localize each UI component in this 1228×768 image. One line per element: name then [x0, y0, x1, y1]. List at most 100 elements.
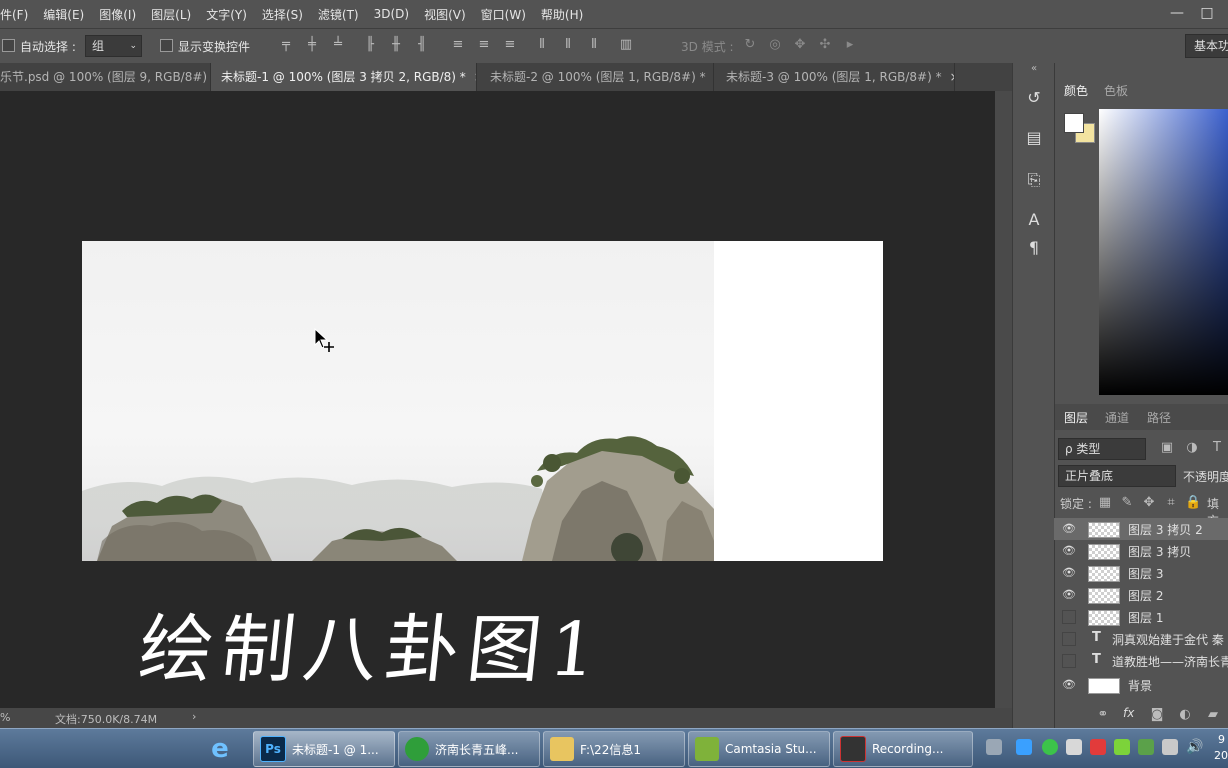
layer-name[interactable]: 图层 3 拷贝 2 [1128, 521, 1203, 538]
layer-row[interactable]: T 洞真观始建于金代 秦 [1054, 628, 1228, 650]
zoom-level[interactable]: % [0, 711, 10, 724]
color-picker-field[interactable] [1099, 109, 1228, 395]
layer-row[interactable]: 👁 图层 3 [1054, 562, 1228, 584]
paragraph-icon[interactable]: ¶ [1023, 237, 1045, 259]
taskbar-item-camtasia[interactable]: Camtasia Stu... [688, 731, 830, 767]
status-menu-arrow[interactable]: › [192, 710, 196, 723]
menu-image[interactable]: 图像(I) [92, 6, 144, 23]
distribute-left-icon[interactable]: ⦀ [534, 37, 550, 53]
taskbar-item-recording[interactable]: Recording... [833, 731, 973, 767]
3d-drag-icon[interactable]: ✥ [792, 37, 808, 53]
blend-mode-dropdown[interactable]: 正片叠底 [1058, 465, 1176, 487]
3d-slide-icon[interactable]: ✣ [817, 37, 833, 53]
auto-select-checkbox[interactable] [2, 39, 15, 52]
adjustment-layer-icon[interactable]: ◐ [1177, 707, 1193, 723]
distribute-bottom-icon[interactable]: ≡ [502, 37, 518, 53]
layer-name[interactable]: 图层 1 [1128, 609, 1163, 626]
tab-document-1[interactable]: 未标题-1 @ 100% (图层 3 拷贝 2, RGB/8) *× [211, 63, 477, 91]
visibility-eye-icon[interactable]: 👁 [1062, 566, 1076, 580]
layer-row[interactable]: 👁 图层 3 拷贝 [1054, 540, 1228, 562]
character-icon[interactable]: A [1023, 209, 1045, 231]
auto-select-dropdown[interactable]: 组 ⌄ [85, 35, 142, 57]
layer-name[interactable]: 图层 3 拷贝 [1128, 543, 1191, 560]
layer-row[interactable]: 图层 1 [1054, 606, 1228, 628]
layer-name[interactable]: 图层 2 [1128, 587, 1163, 604]
minimize-button[interactable]: — [1162, 0, 1192, 26]
taskbar-item-photoshop[interactable]: Ps 未标题-1 @ 1... [253, 731, 395, 767]
info-icon[interactable]: ⎘ [1023, 169, 1045, 191]
history-icon[interactable]: ↺ [1023, 87, 1045, 109]
visibility-eye-icon[interactable]: 👁 [1062, 522, 1076, 536]
layer-row[interactable]: 👁 背景 [1054, 674, 1228, 696]
layer-name[interactable]: 洞真观始建于金代 秦 [1112, 631, 1228, 648]
image-filter-icon[interactable]: ▣ [1159, 440, 1175, 456]
menu-edit[interactable]: 编辑(E) [36, 6, 92, 23]
lock-transparent-icon[interactable]: ▦ [1097, 495, 1113, 511]
vertical-scrollbar[interactable] [995, 91, 1012, 708]
align-hcenter-icon[interactable]: ╫ [388, 37, 404, 53]
fx-icon[interactable]: fx [1123, 706, 1134, 720]
close-icon[interactable]: × [474, 70, 477, 84]
visibility-toggle[interactable] [1062, 632, 1076, 646]
menu-3d[interactable]: 3D(D) [367, 7, 417, 21]
tab-document-2[interactable]: 未标题-2 @ 100% (图层 1, RGB/8#) *× [478, 63, 714, 91]
3d-roll-icon[interactable]: ◎ [767, 37, 783, 53]
distribute-vcenter-icon[interactable]: ≡ [476, 37, 492, 53]
workspace-switcher[interactable]: 基本功 [1185, 34, 1228, 58]
antivirus-tray-icon[interactable] [1090, 739, 1106, 755]
layer-name[interactable]: 背景 [1128, 677, 1152, 694]
menu-view[interactable]: 视图(V) [417, 6, 474, 23]
lock-position-icon[interactable]: ✥ [1141, 495, 1157, 511]
distribute-right-icon[interactable]: ⦀ [586, 37, 602, 53]
network-status-icon[interactable] [1162, 739, 1178, 755]
link-layers-icon[interactable]: ⚭ [1095, 707, 1111, 723]
3d-camera-icon[interactable]: ▸ [842, 37, 858, 53]
ie-icon[interactable]: e [204, 733, 236, 765]
properties-icon[interactable]: ▤ [1023, 127, 1045, 149]
taskbar-item-browser[interactable]: 济南长青五峰... [398, 731, 540, 767]
menu-help[interactable]: 帮助(H) [534, 6, 591, 23]
add-mask-icon[interactable]: ◙ [1149, 707, 1165, 723]
tab-document-0[interactable]: 乐节.psd @ 100% (图层 9, RGB/8#)× [0, 63, 211, 91]
volume-icon[interactable]: 🔊 [1186, 739, 1203, 755]
visibility-toggle[interactable] [1062, 610, 1076, 624]
nvidia-tray-icon[interactable] [1114, 739, 1130, 755]
align-vcenter-icon[interactable]: ╪ [304, 37, 320, 53]
taskbar-item-folder[interactable]: F:\22信息1 [543, 731, 685, 767]
visibility-eye-icon[interactable]: 👁 [1062, 678, 1076, 692]
maximize-button[interactable]: □ [1192, 0, 1222, 26]
tab-swatches[interactable]: 色板 [1104, 82, 1128, 99]
menu-select[interactable]: 选择(S) [255, 6, 311, 23]
align-top-icon[interactable]: ╤ [278, 37, 294, 53]
3d-rotate-icon[interactable]: ↻ [742, 37, 758, 53]
menu-filter[interactable]: 滤镜(T) [311, 6, 367, 23]
tab-document-3[interactable]: 未标题-3 @ 100% (图层 1, RGB/8#) *× [715, 63, 955, 91]
layer-row[interactable]: 👁 图层 3 拷贝 2 [1054, 518, 1228, 540]
tab-paths[interactable]: 路径 [1147, 409, 1171, 426]
tab-channels[interactable]: 通道 [1105, 409, 1129, 426]
align-right-icon[interactable]: ╢ [414, 37, 430, 53]
collapse-icon[interactable]: « [1013, 63, 1055, 74]
layer-name[interactable]: 道教胜地——济南长青 [1112, 653, 1228, 670]
layer-row[interactable]: 👁 图层 2 [1054, 584, 1228, 606]
foreground-color-swatch[interactable] [1064, 113, 1084, 133]
show-transform-checkbox[interactable] [160, 39, 173, 52]
layer-filter-dropdown[interactable]: ρ 类型 [1058, 438, 1146, 460]
menu-file[interactable]: 件(F) [0, 6, 36, 23]
align-bottom-icon[interactable]: ╧ [330, 37, 346, 53]
adjustment-filter-icon[interactable]: ◑ [1184, 440, 1200, 456]
menu-window[interactable]: 窗口(W) [474, 6, 534, 23]
type-filter-icon[interactable]: T [1209, 440, 1225, 456]
menu-layer[interactable]: 图层(L) [144, 6, 199, 23]
usb-tray-icon[interactable] [1066, 739, 1082, 755]
layer-row[interactable]: T 道教胜地——济南长青 [1054, 650, 1228, 672]
auto-align-icon[interactable]: ▥ [618, 37, 634, 53]
tab-color[interactable]: 颜色 [1064, 82, 1088, 99]
align-left-icon[interactable]: ╟ [362, 37, 378, 53]
document-canvas[interactable] [82, 241, 883, 561]
security-tray-icon[interactable] [1042, 739, 1058, 755]
distribute-hcenter-icon[interactable]: ⦀ [560, 37, 576, 53]
lock-artboard-icon[interactable]: ⌗ [1163, 495, 1179, 511]
visibility-eye-icon[interactable]: 👁 [1062, 544, 1076, 558]
close-icon[interactable]: × [950, 70, 955, 84]
